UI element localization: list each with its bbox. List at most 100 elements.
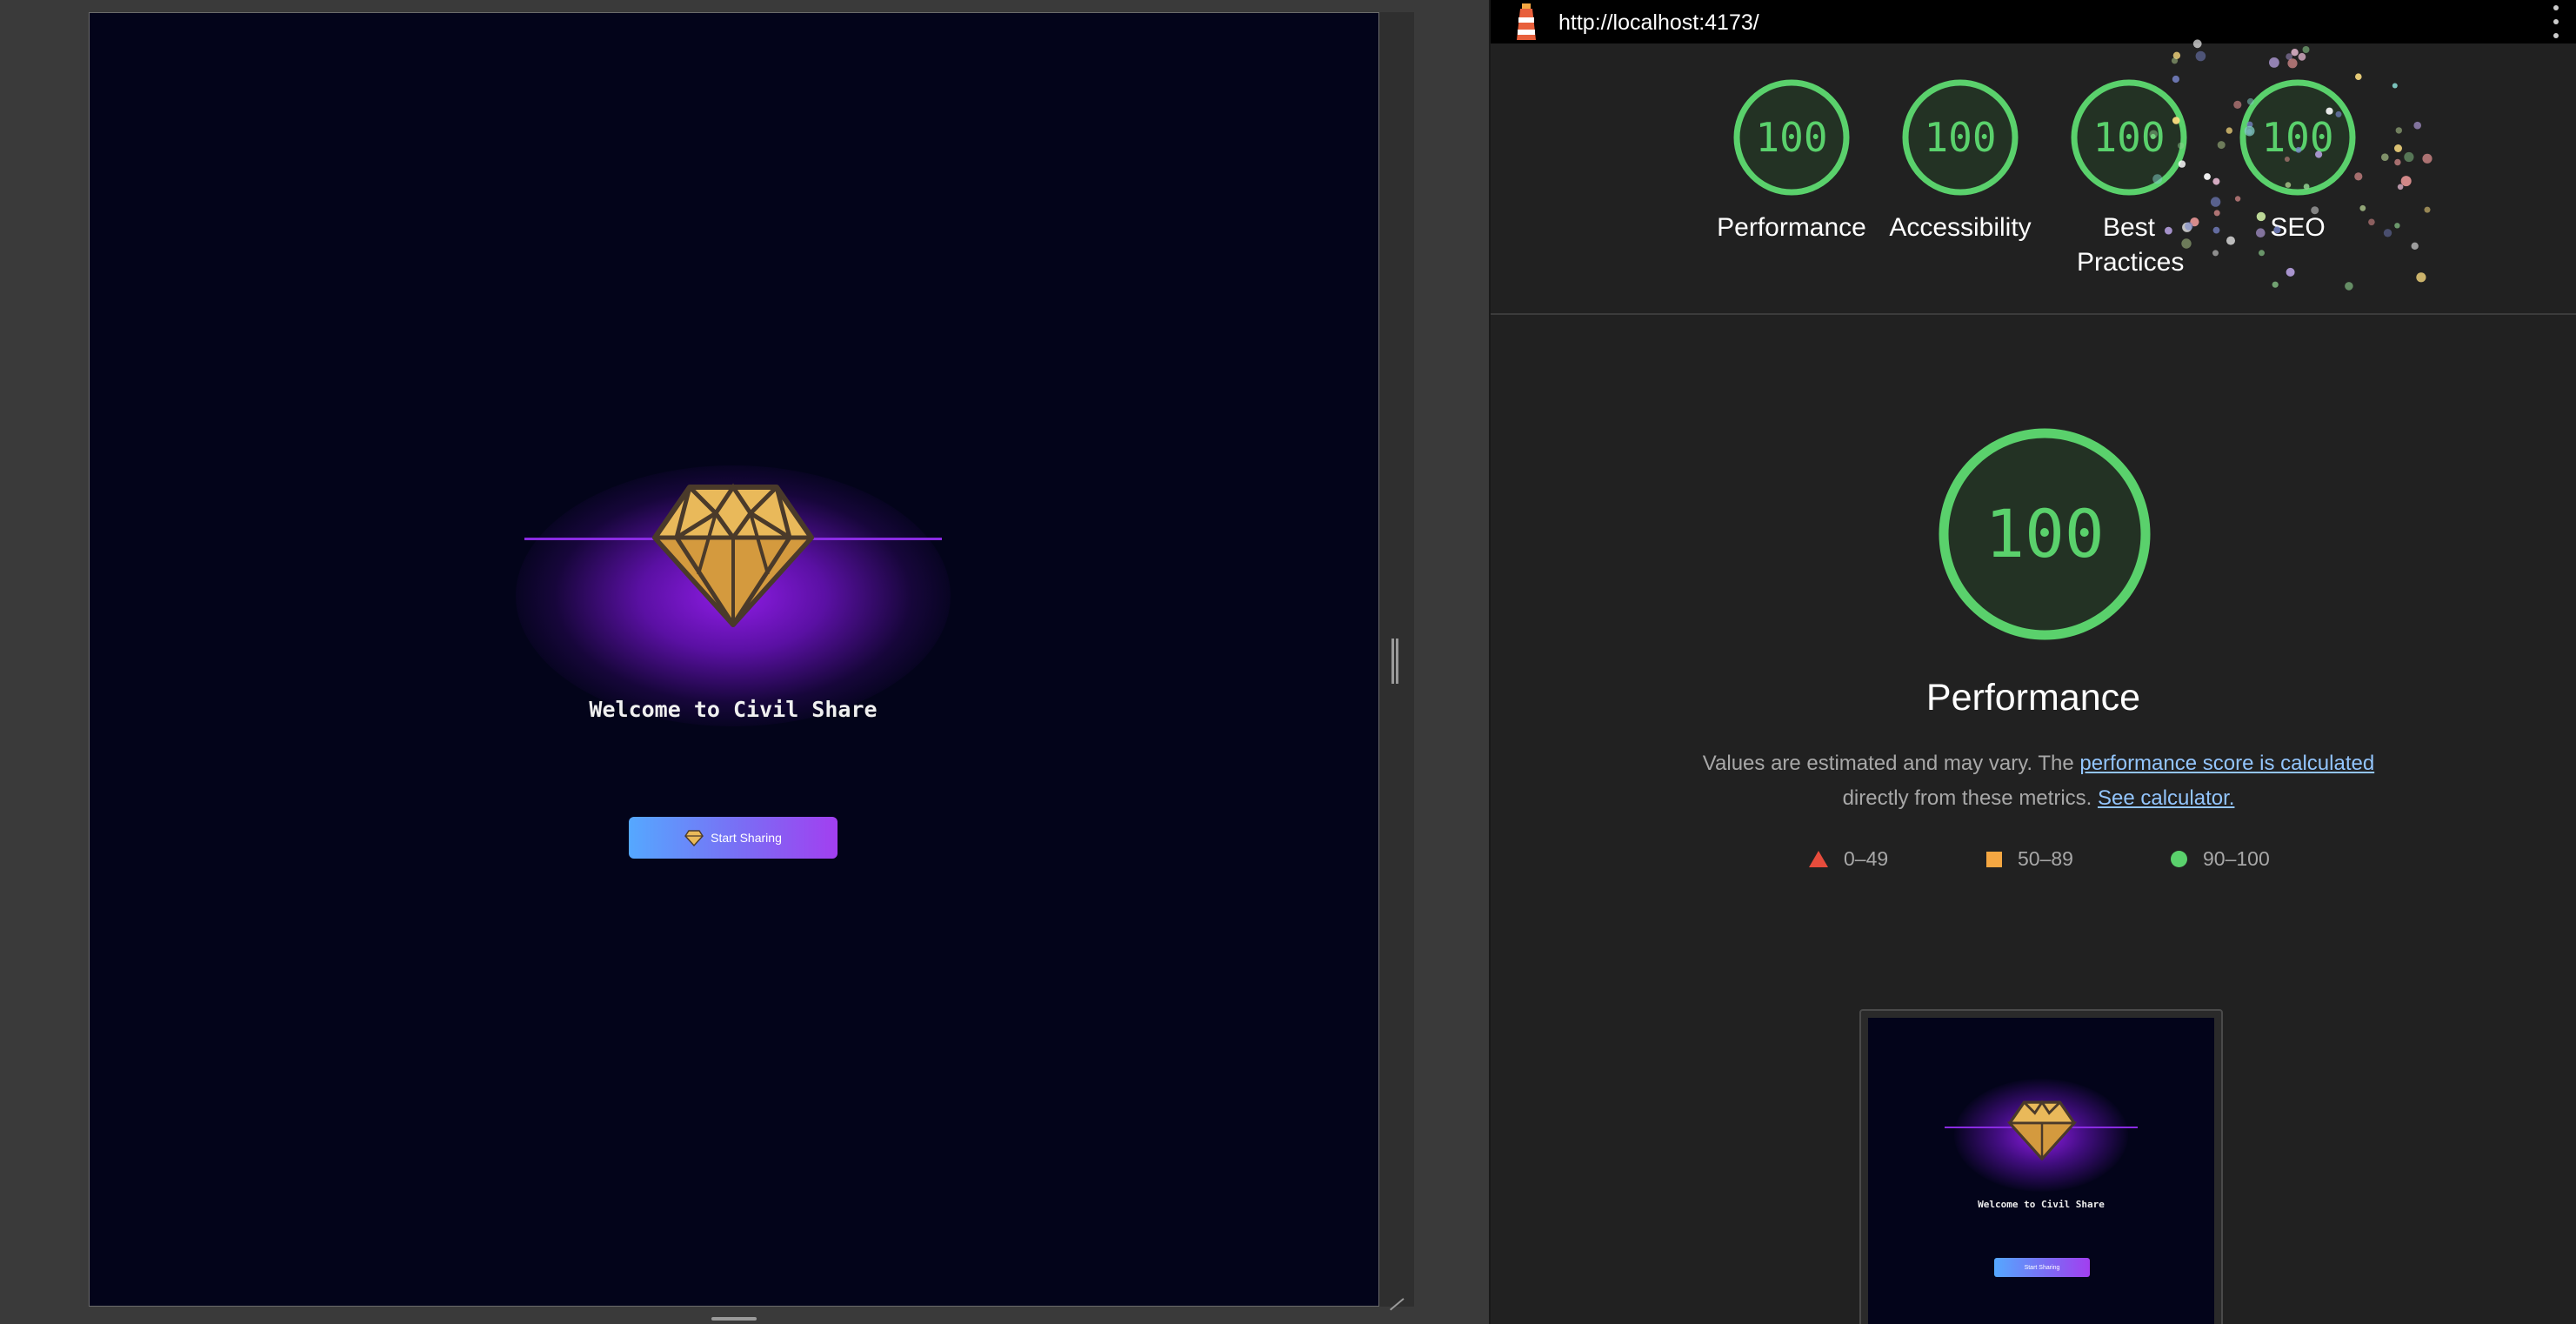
welcome-heading: Welcome to Civil Share bbox=[589, 697, 878, 722]
confetti-dot bbox=[2383, 229, 2392, 237]
confetti-dot bbox=[2395, 127, 2402, 134]
legend-pass: 90–100 bbox=[2171, 847, 2270, 871]
confetti-dot bbox=[2256, 228, 2266, 237]
legend-average: 50–89 bbox=[1986, 847, 2073, 871]
confetti-dot bbox=[2204, 173, 2211, 180]
confetti-dot bbox=[2185, 222, 2193, 231]
confetti-dot bbox=[2404, 151, 2414, 163]
confetti-dot bbox=[2284, 157, 2290, 162]
confetti-dot bbox=[2177, 142, 2185, 150]
confetti-dot bbox=[2172, 75, 2179, 84]
confetti-dot bbox=[2311, 206, 2319, 215]
confetti-dot bbox=[2368, 218, 2375, 226]
confetti-dot bbox=[2397, 184, 2404, 191]
confetti-dot bbox=[2256, 211, 2266, 222]
confetti-dot bbox=[2171, 57, 2179, 64]
confetti-dot bbox=[2244, 125, 2255, 137]
viewport-resize-handle-bottom[interactable] bbox=[711, 1317, 757, 1321]
confetti-dot bbox=[2345, 282, 2353, 291]
category-score: 100 bbox=[1924, 114, 1997, 161]
confetti-dot bbox=[2359, 204, 2366, 211]
final-screenshot-thumbnail[interactable]: Welcome to Civil Share Start Sharing bbox=[1859, 1009, 2223, 1324]
confetti-dot bbox=[2192, 39, 2202, 49]
confetti-dot bbox=[2217, 141, 2226, 150]
confetti-dot bbox=[2424, 206, 2431, 213]
see-calculator-link[interactable]: See calculator. bbox=[2098, 786, 2234, 810]
confetti-dot bbox=[2400, 176, 2412, 187]
start-sharing-label: Start Sharing bbox=[711, 831, 782, 845]
confetti-dot bbox=[2381, 153, 2389, 161]
confetti-dot bbox=[2394, 158, 2401, 166]
confetti-dot bbox=[2422, 153, 2433, 164]
confetti-dot bbox=[2302, 46, 2310, 53]
confetti-dot bbox=[2298, 52, 2306, 61]
confetti-dot bbox=[2285, 182, 2292, 188]
gauge-performance[interactable]: 100 bbox=[1731, 77, 1852, 198]
confetti-dot bbox=[2195, 50, 2206, 62]
confetti-dot bbox=[2226, 127, 2232, 134]
confetti-dot bbox=[2273, 226, 2281, 234]
circle-icon bbox=[2171, 851, 2187, 867]
confetti-dot bbox=[2259, 250, 2265, 257]
confetti-dot bbox=[2286, 267, 2295, 277]
legend-pass-range: 90–100 bbox=[2203, 847, 2270, 870]
confetti-dot bbox=[2326, 107, 2333, 115]
confetti-dot bbox=[2286, 53, 2292, 60]
confetti-dot bbox=[2315, 150, 2323, 158]
confetti-dot bbox=[2269, 57, 2279, 68]
diamond-logo-icon bbox=[652, 483, 814, 627]
thumbnail-diamond-icon bbox=[2006, 1100, 2078, 1161]
confetti-dot bbox=[2291, 49, 2299, 57]
confetti-dot bbox=[2172, 117, 2180, 124]
legend-average-range: 50–89 bbox=[2018, 847, 2073, 870]
confetti-dot bbox=[2152, 174, 2163, 184]
desc-middle: directly from these metrics. bbox=[1842, 786, 2092, 810]
gauge-accessibility[interactable]: 100 bbox=[1899, 77, 2021, 198]
confetti-dot bbox=[2416, 272, 2426, 283]
performance-gauge-large: 100 bbox=[1937, 426, 2152, 642]
diamond-icon bbox=[684, 830, 704, 846]
confetti-dot bbox=[2212, 177, 2220, 185]
confetti-dot bbox=[2413, 121, 2421, 130]
performance-score-large: 100 bbox=[1985, 495, 2105, 572]
confetti-dot bbox=[2354, 172, 2363, 181]
viewport-resize-handle-right[interactable] bbox=[1391, 639, 1398, 684]
confetti-dot bbox=[2355, 73, 2362, 80]
confetti-dot bbox=[2411, 242, 2419, 250]
thumbnail-viewport: Welcome to Civil Share Start Sharing bbox=[1868, 1018, 2214, 1324]
confetti-dot bbox=[2149, 130, 2158, 139]
confetti-dot bbox=[2303, 184, 2310, 190]
confetti-dot bbox=[2394, 144, 2402, 152]
confetti-dot bbox=[2213, 210, 2220, 217]
lighthouse-report-panel: http://localhost:4173/ 100 Performance 100… bbox=[1489, 0, 2576, 1324]
category-score: 100 bbox=[1755, 114, 1828, 161]
confetti-dot bbox=[2212, 250, 2219, 257]
report-url[interactable]: http://localhost:4173/ bbox=[1558, 10, 1759, 36]
lighthouse-logo-icon bbox=[1517, 3, 1536, 40]
thumbnail-welcome-text: Welcome to Civil Share bbox=[1978, 1199, 2105, 1210]
confetti-dot bbox=[2181, 238, 2192, 249]
desc-prefix: Values are estimated and may vary. The bbox=[1702, 752, 2074, 775]
category-label: Accessibility bbox=[1889, 213, 2032, 242]
summary-divider bbox=[1491, 313, 2576, 315]
start-sharing-button[interactable]: Start Sharing bbox=[629, 817, 838, 859]
confetti-dot bbox=[2234, 196, 2241, 202]
square-icon bbox=[1986, 851, 2002, 867]
device-viewport: Welcome to Civil Share Start Sharing bbox=[89, 12, 1379, 1307]
confetti-dot bbox=[2392, 83, 2398, 89]
confetti-dot bbox=[2246, 97, 2254, 105]
confetti-dot bbox=[2233, 100, 2242, 109]
confetti-dot bbox=[2295, 146, 2302, 153]
triangle-icon bbox=[1809, 851, 1828, 867]
confetti-dot bbox=[2210, 197, 2221, 207]
confetti-dot bbox=[2335, 110, 2342, 117]
confetti-dot bbox=[2272, 281, 2279, 288]
confetti-decoration bbox=[2149, 39, 2433, 291]
kebab-menu-icon[interactable] bbox=[2552, 5, 2560, 38]
legend-fail: 0–49 bbox=[1809, 847, 1888, 871]
performance-description: Values are estimated and may vary. The p… bbox=[1647, 746, 2430, 816]
category-label: Performance bbox=[1717, 213, 1866, 242]
legend-fail-range: 0–49 bbox=[1844, 847, 1889, 870]
score-calculated-link[interactable]: performance score is calculated bbox=[2079, 752, 2374, 775]
performance-title: Performance bbox=[1925, 677, 2141, 719]
